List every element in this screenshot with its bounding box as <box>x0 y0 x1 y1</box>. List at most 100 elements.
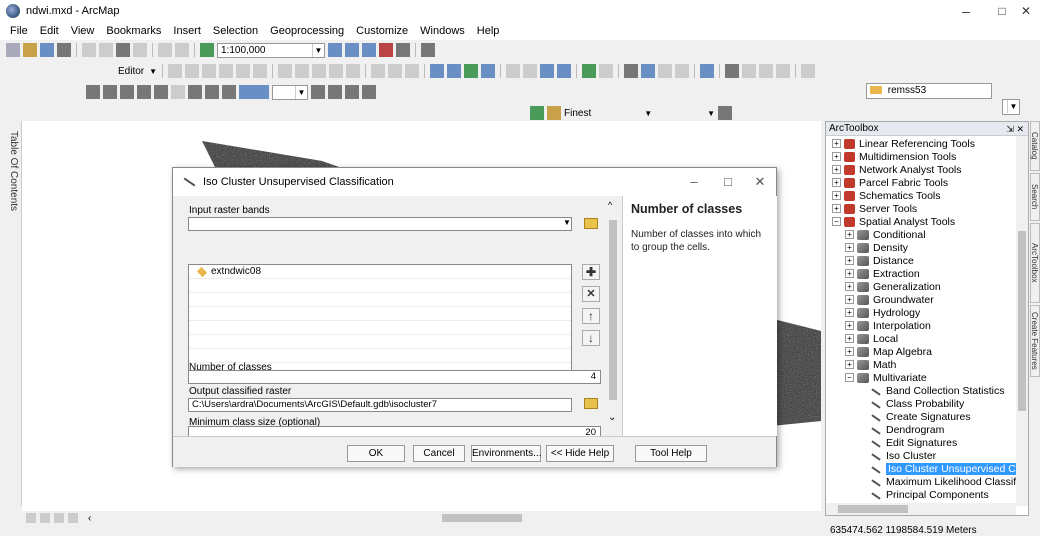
expand-icon[interactable]: + <box>845 360 854 369</box>
open-icon[interactable] <box>23 43 37 57</box>
scale-layer-icon[interactable] <box>137 85 151 99</box>
expand-icon[interactable]: + <box>845 295 854 304</box>
save-icon[interactable] <box>40 43 54 57</box>
scroll-down-icon[interactable]: ⌄ <box>608 412 616 423</box>
menu-insert[interactable]: Insert <box>167 25 207 37</box>
toolbox-item[interactable]: Iso Cluster <box>826 449 1018 462</box>
delete-icon[interactable] <box>133 43 147 57</box>
create-viewer-icon[interactable] <box>801 64 816 78</box>
expand-icon[interactable]: + <box>832 139 841 148</box>
go-to-xy-icon[interactable] <box>759 64 774 78</box>
add-band-button[interactable]: ✚ <box>582 264 600 280</box>
expand-icon[interactable]: + <box>845 256 854 265</box>
toolbox-item[interactable]: + Local <box>826 332 1018 345</box>
side-tab-catalog[interactable]: Catalog <box>1030 121 1040 171</box>
clear-selection-icon[interactable] <box>599 64 614 78</box>
split-icon[interactable] <box>329 64 344 78</box>
toolbox-item[interactable]: + Linear Referencing Tools <box>826 137 1018 150</box>
fixed-zoom-out-icon[interactable] <box>523 64 538 78</box>
update-display-icon[interactable] <box>188 85 202 99</box>
tool-help-button[interactable]: Tool Help <box>635 445 707 462</box>
minimize-button[interactable]: – <box>948 0 984 22</box>
toolbox-item[interactable]: +Neighborhood <box>826 501 1018 503</box>
toolbox-item[interactable]: + Generalization <box>826 280 1018 293</box>
flicker-icon[interactable] <box>311 85 325 99</box>
menu-windows[interactable]: Windows <box>414 25 471 37</box>
remove-band-button[interactable]: ✕ <box>582 286 600 302</box>
georef-icon[interactable] <box>86 85 100 99</box>
toolbox-item[interactable]: Maximum Likelihood Classificat <box>826 475 1018 488</box>
find-route-icon[interactable] <box>742 64 757 78</box>
expand-icon[interactable]: + <box>845 243 854 252</box>
editor-toolbar-icon[interactable] <box>328 43 342 57</box>
expand-icon[interactable]: + <box>845 230 854 239</box>
transparency-icon[interactable] <box>328 85 342 99</box>
rotate-icon[interactable] <box>346 64 361 78</box>
add-control-points-icon[interactable] <box>154 85 168 99</box>
trace-icon[interactable] <box>236 64 251 78</box>
hide-help-button[interactable]: << Hide Help <box>546 445 614 462</box>
html-popup-icon[interactable] <box>675 64 690 78</box>
expand-icon[interactable]: + <box>845 347 854 356</box>
expand-icon[interactable]: + <box>845 282 854 291</box>
map-horizontal-scrollbar[interactable] <box>442 514 522 522</box>
toolbox-item[interactable]: + Server Tools <box>826 202 1018 215</box>
toolbox-item[interactable]: Principal Components <box>826 488 1018 501</box>
back-icon[interactable] <box>540 64 555 78</box>
pan-icon[interactable] <box>464 64 479 78</box>
refresh-icon[interactable] <box>54 513 64 523</box>
model-builder-icon[interactable] <box>421 43 435 57</box>
output-raster-input[interactable]: C:\Users\ardra\Documents\ArcGIS\Default.… <box>188 398 572 412</box>
toolbox-item[interactable]: + Multidimension Tools <box>826 150 1018 163</box>
side-tab-arctoolbox[interactable]: ArcToolbox <box>1030 223 1040 303</box>
copy-icon[interactable] <box>99 43 113 57</box>
full-extent-icon[interactable] <box>481 64 496 78</box>
menu-bookmarks[interactable]: Bookmarks <box>100 25 167 37</box>
contrast-icon[interactable] <box>362 85 376 99</box>
toolbox-vertical-scrollbar[interactable] <box>1016 136 1028 506</box>
paste-icon[interactable] <box>116 43 130 57</box>
swipe-icon[interactable] <box>222 85 236 99</box>
toolbox-item[interactable]: + Hydrology <box>826 306 1018 319</box>
toolbox-item[interactable]: + Network Analyst Tools <box>826 163 1018 176</box>
edit-tool-icon[interactable] <box>168 64 183 78</box>
collapse-icon[interactable]: − <box>832 217 841 226</box>
list-item[interactable]: extndwic08 <box>189 265 571 279</box>
browse-input-folder-icon[interactable] <box>582 216 600 232</box>
expand-icon[interactable]: + <box>832 191 841 200</box>
create-features-icon[interactable] <box>405 64 420 78</box>
ok-button[interactable]: OK <box>347 445 405 462</box>
toolbox-item[interactable]: Dendrogram <box>826 423 1018 436</box>
toolbox-item[interactable]: Class Probability <box>826 397 1018 410</box>
zoom-in-icon[interactable] <box>430 64 445 78</box>
pause-drawing-icon[interactable] <box>68 513 78 523</box>
move-up-button[interactable]: ↑ <box>582 308 600 324</box>
fixed-zoom-in-icon[interactable] <box>506 64 521 78</box>
data-view-icon[interactable] <box>26 513 36 523</box>
toolbox-item[interactable]: Edit Signatures <box>826 436 1018 449</box>
menu-help[interactable]: Help <box>471 25 506 37</box>
cut-polygons-icon[interactable] <box>312 64 327 78</box>
edit-vertices-icon[interactable] <box>278 64 293 78</box>
toolbox-item[interactable]: Create Signatures <box>826 410 1018 423</box>
hyperlink-icon[interactable] <box>658 64 673 78</box>
dialog-vertical-scrollbar[interactable]: ^ ⌄ <box>608 200 618 436</box>
undo-icon[interactable] <box>158 43 172 57</box>
toolbox-item[interactable]: + Density <box>826 241 1018 254</box>
arctoolbox-icon[interactable] <box>379 43 393 57</box>
brightness-icon[interactable] <box>345 85 359 99</box>
measure-icon[interactable] <box>700 64 715 78</box>
layer-combo[interactable] <box>239 85 269 99</box>
menu-file[interactable]: File <box>4 25 34 37</box>
select-elements-icon[interactable] <box>624 64 639 78</box>
expand-icon[interactable]: + <box>832 152 841 161</box>
toolbox-horizontal-scrollbar[interactable] <box>826 503 1016 515</box>
expand-icon[interactable]: + <box>832 204 841 213</box>
pin-close-icon[interactable]: ⇲ ✕ <box>1006 122 1024 136</box>
toolbox-item[interactable]: Band Collection Statistics <box>826 384 1018 397</box>
zoom-out-icon[interactable] <box>447 64 462 78</box>
expand-icon[interactable]: + <box>845 269 854 278</box>
resolution-value[interactable]: Finest <box>564 108 591 119</box>
side-tab-create-features[interactable]: Create Features <box>1030 305 1040 377</box>
view-link-table-icon[interactable] <box>171 85 185 99</box>
